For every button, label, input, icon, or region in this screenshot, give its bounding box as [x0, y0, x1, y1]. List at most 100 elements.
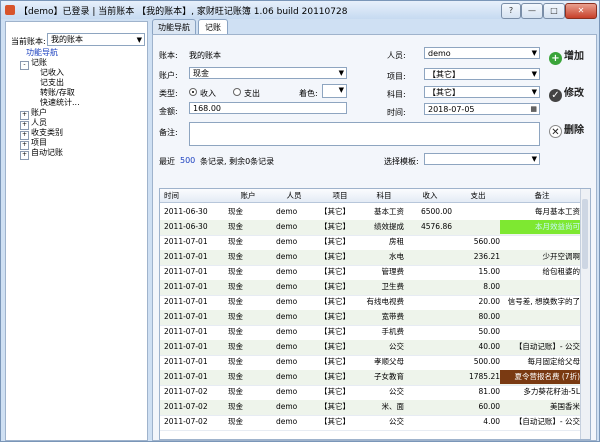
table-cell: demo	[276, 222, 298, 231]
template-select[interactable]: ▼	[424, 153, 540, 165]
recent-count-link[interactable]: 500	[180, 156, 195, 165]
edit-button[interactable]: ✓ 修改	[549, 84, 584, 102]
maximize-button[interactable]: □	[543, 3, 565, 19]
delete-button[interactable]: ✕ 删除	[549, 121, 584, 138]
column-header[interactable]: 账户	[228, 189, 268, 203]
table-cell: 现金	[228, 222, 243, 231]
add-button[interactable]: + 增加	[549, 47, 584, 65]
person-select[interactable]: demo ▼	[424, 47, 540, 59]
vertical-scrollbar[interactable]	[580, 189, 590, 439]
table-row[interactable]: 2011-07-02 现金 demo 【其它】 米、面 60.00 美国香米	[160, 400, 582, 416]
type-expense-label: 支出	[244, 89, 260, 98]
time-date-picker[interactable]: 2018-07-05 ▦	[424, 103, 540, 115]
table-cell: demo	[276, 267, 298, 276]
column-header[interactable]: 支出	[456, 189, 500, 203]
type-expense-radio[interactable]	[233, 88, 241, 96]
table-row[interactable]: 2011-07-02 现金 demo 【其它】 公交 81.00 多力葵花籽油-5L	[160, 385, 582, 401]
column-header[interactable]: 备注	[504, 189, 580, 203]
table-cell: 水电	[389, 252, 404, 261]
table-row[interactable]: 2011-07-01 现金 demo 【其它】 卫生费 8.00	[160, 280, 582, 296]
tree-item[interactable]: + 自动记账	[20, 148, 63, 160]
table-header: 时间 账户 人员 项目 科目 收入 支出 备注	[160, 189, 582, 203]
current-account-select[interactable]: 我的账本 ▼	[47, 33, 145, 46]
table-row[interactable]: 2011-07-01 现金 demo 【其它】 房租 560.00	[160, 235, 582, 251]
app-window: 【demo】已登录 | 当前账本 【我的账本】, 家财旺记账簿 1.06 bui…	[0, 0, 600, 442]
chevron-down-icon: ▼	[338, 69, 344, 77]
account-select[interactable]: 现金 ▼	[189, 67, 347, 79]
collapse-icon[interactable]: -	[20, 61, 29, 70]
column-header[interactable]: 科目	[364, 189, 404, 203]
table-row[interactable]: 2011-07-01 现金 demo 【其它】 管理费 15.00 给包租婆的	[160, 265, 582, 281]
table-cell: 2011-07-01	[164, 327, 208, 336]
chevron-down-icon: ▼	[531, 88, 537, 96]
table-row[interactable]: 2011-06-30 现金 demo 【其它】 基本工资 6500.00 每月基本工资	[160, 205, 582, 221]
table-cell: 1785.21	[468, 372, 500, 381]
table-row[interactable]: 2011-07-01 现金 demo 【其它】 孝顺父母 500.00 每月固定给父母	[160, 355, 582, 371]
tab-navigation[interactable]: 功能导航	[152, 19, 196, 34]
note-textarea[interactable]	[189, 122, 540, 146]
table-row[interactable]: 2011-07-02 现金 demo 【其它】 公交 4.00 【自动记账】- 公交	[160, 415, 582, 431]
table-cell: 15.00	[478, 267, 500, 276]
table-cell: 80.00	[478, 312, 500, 321]
table-cell: demo	[276, 357, 298, 366]
close-button[interactable]: ✕	[565, 3, 597, 19]
table-cell: 现金	[228, 252, 243, 261]
table-cell: 2011-07-02	[164, 417, 208, 426]
table-cell: 40.00	[478, 342, 500, 351]
table-cell: 60.00	[478, 402, 500, 411]
table-cell: 2011-07-01	[164, 342, 208, 351]
column-header[interactable]: 项目	[320, 189, 360, 203]
table-cell: 每月基本工资	[535, 207, 580, 216]
table-cell: 信号差, 想换数字的了	[507, 297, 580, 306]
expand-icon[interactable]: +	[20, 151, 29, 160]
table-row[interactable]: 2011-07-01 现金 demo 【其它】 公交 40.00 【自动记账】- 公交	[160, 340, 582, 356]
table-cell: demo	[276, 417, 298, 426]
table-cell: demo	[276, 282, 298, 291]
column-header[interactable]: 人员	[276, 189, 312, 203]
table-cell: 现金	[228, 327, 243, 336]
table-cell: 给包租婆的	[542, 267, 581, 276]
tree-item[interactable]: 快速统计...	[40, 98, 80, 108]
table-cell: 现金	[228, 372, 243, 381]
help-button[interactable]: ?	[501, 3, 521, 19]
color-picker[interactable]: ▼	[322, 84, 347, 98]
type-income-label: 收入	[200, 89, 216, 98]
table-row[interactable]: 2011-07-01 现金 demo 【其它】 子女教育 1785.21 夏令营报名费 (7…	[160, 370, 582, 386]
table-cell: demo	[276, 297, 298, 306]
table-cell: demo	[276, 402, 298, 411]
account-label: 账户:	[159, 71, 178, 80]
table-row[interactable]: 2011-07-01 现金 demo 【其它】 有线电视费 20.00 信号差, 想换数字的…	[160, 295, 582, 311]
minimize-button[interactable]: —	[521, 3, 543, 19]
table-cell: 560.00	[473, 237, 500, 246]
tree-item[interactable]: 功能导航	[26, 48, 58, 58]
table-row[interactable]: 2011-07-01 现金 demo 【其它】 手机费 50.00	[160, 325, 582, 341]
table-row[interactable]: 2011-06-30 现金 demo 【其它】 绩效提成 4576.86 本月效益尚可	[160, 220, 582, 236]
subject-label: 科目:	[387, 90, 406, 99]
table-row[interactable]: 2011-07-01 现金 demo 【其它】 宽带费 80.00	[160, 310, 582, 326]
scrollbar-thumb[interactable]	[582, 199, 588, 269]
table-cell: 【其它】	[320, 282, 350, 291]
table-row[interactable]: 2011-07-01 现金 demo 【其它】 水电 236.21 少开空调啊	[160, 250, 582, 266]
table-cell: 【其它】	[320, 267, 350, 276]
type-income-radio[interactable]	[189, 88, 197, 96]
table-cell: 【其它】	[320, 297, 350, 306]
tree-item[interactable]: 记收入	[40, 68, 64, 78]
table-cell: 孝顺父母	[374, 357, 404, 366]
person-label: 人员:	[387, 51, 406, 60]
type-label: 类型:	[159, 89, 178, 98]
tree-item[interactable]: 记支出	[40, 78, 64, 88]
table-cell: 公交	[389, 417, 404, 426]
table-cell: 【其它】	[320, 252, 350, 261]
table-cell: 【其它】	[320, 207, 350, 216]
table-cell: 81.00	[478, 387, 500, 396]
table-cell: 50.00	[478, 327, 500, 336]
subject-select[interactable]: 【其它】 ▼	[424, 86, 540, 98]
table-cell: 【其它】	[320, 387, 350, 396]
amount-input[interactable]: 168.00	[189, 102, 347, 114]
tree-item[interactable]: 转账/存取	[40, 88, 75, 98]
app-logo-icon	[5, 5, 15, 15]
column-header[interactable]: 时间	[164, 189, 224, 203]
table-cell: 卫生费	[381, 282, 405, 291]
project-select[interactable]: 【其它】 ▼	[424, 68, 540, 80]
column-header[interactable]: 收入	[408, 189, 452, 203]
